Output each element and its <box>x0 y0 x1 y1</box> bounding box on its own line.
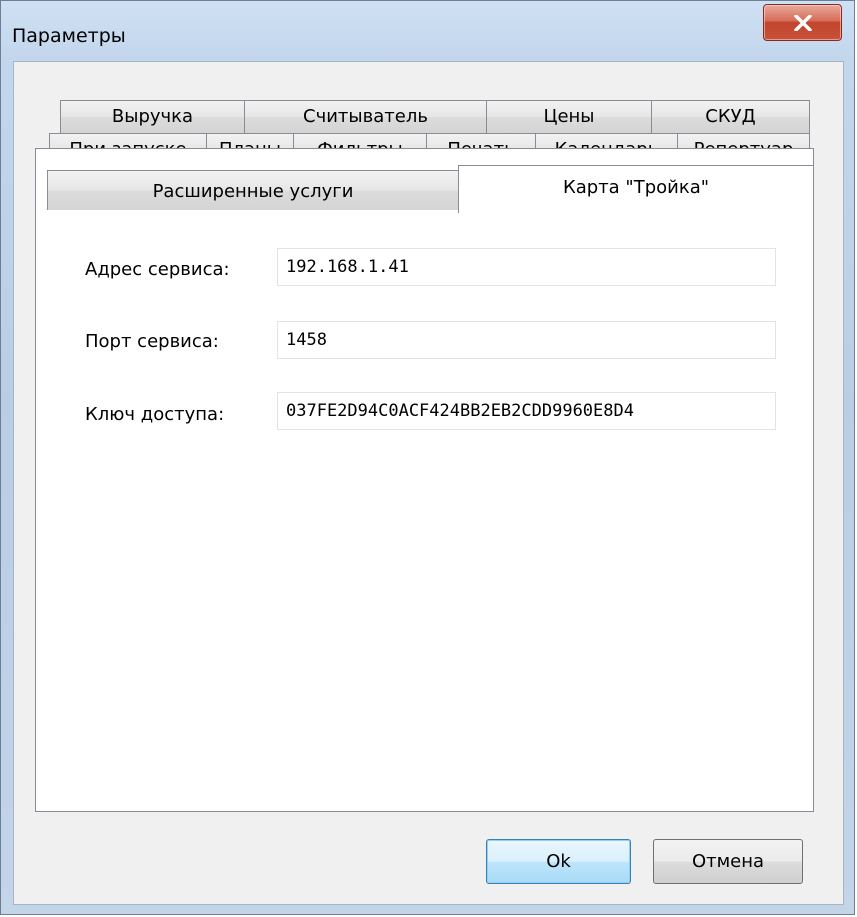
tab-prices[interactable]: Цены <box>486 100 652 133</box>
service-port-input[interactable] <box>277 321 776 359</box>
service-port-label: Порт сервиса: <box>85 331 219 352</box>
access-key-input[interactable] <box>277 392 776 430</box>
tab-access-control[interactable]: СКУД <box>651 100 810 133</box>
tab-label: Цены <box>543 106 595 127</box>
tab-label: Выручка <box>111 106 194 127</box>
window-title: Параметры <box>12 25 126 47</box>
service-address-input[interactable] <box>277 248 776 286</box>
tab-extended-services[interactable]: Расширенные услуги <box>47 170 459 210</box>
access-key-label: Ключ доступа: <box>85 404 225 425</box>
ok-button[interactable]: Ok <box>486 839 631 884</box>
tab-label: СКУД <box>705 106 756 127</box>
close-button[interactable] <box>763 4 842 41</box>
tab-troika-card[interactable]: Карта "Тройка" <box>458 165 814 213</box>
tab-label: Считыватель <box>303 106 428 127</box>
cancel-button[interactable]: Отмена <box>653 839 803 884</box>
service-address-label: Адрес сервиса: <box>85 259 230 280</box>
tab-label: Карта "Тройка" <box>562 177 710 198</box>
tab-label: Расширенные услуги <box>152 181 354 202</box>
settings-window: Параметры Выручка Считыватель Цены СКУД … <box>0 0 855 915</box>
close-icon <box>794 15 812 31</box>
tab-revenue[interactable]: Выручка <box>60 100 245 133</box>
title-bar[interactable]: Параметры <box>1 1 854 61</box>
tab-reader[interactable]: Считыватель <box>244 100 487 133</box>
